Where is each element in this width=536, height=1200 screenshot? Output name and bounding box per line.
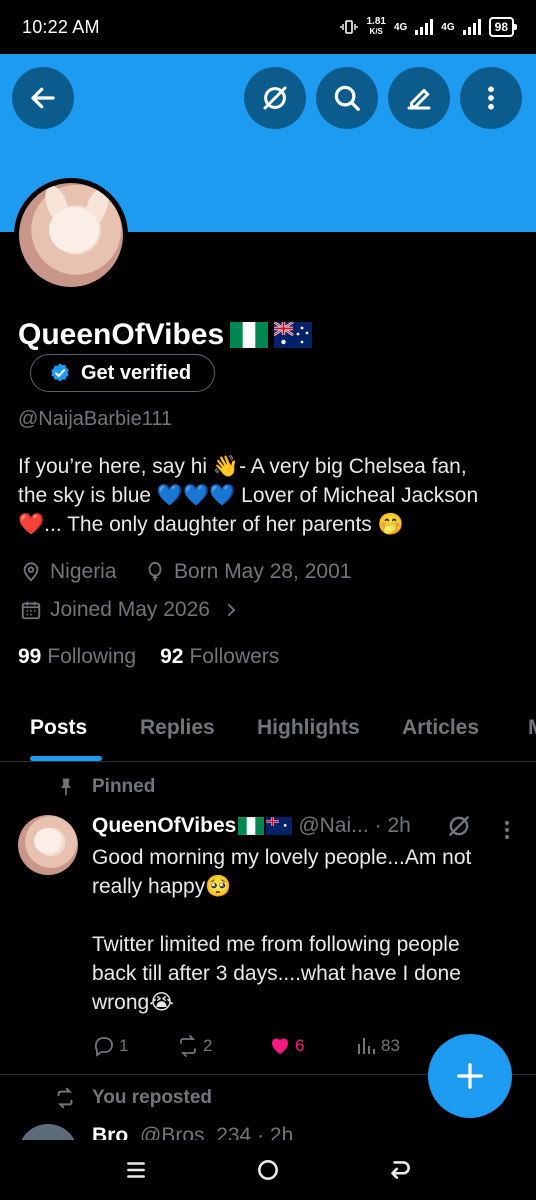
search-button[interactable]: [316, 67, 378, 129]
following-link[interactable]: 99 Following: [18, 645, 136, 669]
profile-tabs: Posts Replies Highlights Articles M: [0, 700, 536, 762]
tab-overflow[interactable]: M: [528, 716, 536, 740]
reply-button[interactable]: 1: [92, 1034, 176, 1058]
nigeria-flag-small-icon: [238, 817, 265, 835]
pin-icon: [61, 778, 71, 797]
system-navigation-bar: [0, 1140, 536, 1200]
profile-display-name: QueenOfVibes: [18, 318, 313, 352]
grok-analyze-icon[interactable]: [446, 813, 472, 839]
tweet-author-name[interactable]: QueenOfVibes: [92, 814, 236, 838]
australia-flag-icon: [274, 322, 313, 348]
tweet-text: Good morning my lovely people...Am not r…: [92, 846, 472, 1014]
back-button[interactable]: [12, 67, 74, 129]
active-tab-indicator: [30, 756, 102, 761]
network-1-label: 4G: [393, 21, 408, 33]
like-button[interactable]: 6: [268, 1034, 354, 1058]
status-icons: 1.81 K/S 4G 4G 98: [340, 16, 518, 37]
network-speed: 1.81 K/S: [366, 16, 386, 37]
grok-button[interactable]: [244, 67, 306, 129]
signal-bars-2-icon: [462, 19, 481, 35]
views-icon: [358, 1038, 375, 1054]
battery-indicator: 98: [488, 17, 518, 37]
verified-badge-icon: [51, 363, 69, 382]
reply-icon: [94, 1037, 113, 1057]
signal-bars-1-icon: [415, 19, 434, 35]
profile-birthday: Born May 28, 2001: [144, 560, 351, 584]
repost-button[interactable]: 2: [176, 1034, 268, 1058]
views-button[interactable]: 83: [354, 1034, 400, 1058]
profile-joined[interactable]: Joined May 2026: [20, 598, 240, 622]
tweet-time: · 2h: [374, 814, 411, 837]
more-vertical-icon: [488, 86, 494, 110]
profile-bio: If you’re here, say hi 👋- A very big Che…: [18, 455, 479, 536]
tweet-header: QueenOfVibes @Nai... · 2h: [92, 814, 411, 838]
repost-small-icon: [57, 1087, 73, 1109]
profile-avatar[interactable]: [14, 178, 128, 292]
follow-stats: 99 Following 92 Followers: [18, 645, 279, 669]
chevron-right-icon: [227, 603, 236, 617]
compose-post-button[interactable]: [428, 1034, 512, 1118]
profile-screen: 10:22 AM 1.81 K/S 4G 4G 98 QueenOfVibes …: [0, 0, 536, 1200]
grok-icon: [263, 86, 287, 110]
profile-handle: @NaijaBarbie111: [18, 408, 173, 430]
back-nav-icon[interactable]: [387, 1157, 413, 1183]
plus-icon: [457, 1063, 483, 1089]
location-pin-icon: [23, 562, 39, 582]
reposted-label: You reposted: [54, 1087, 212, 1109]
balloon-icon: [148, 561, 162, 582]
tab-highlights[interactable]: Highlights: [257, 716, 360, 740]
calendar-icon: [21, 601, 41, 620]
home-icon[interactable]: [255, 1157, 281, 1183]
repost-icon: [180, 1035, 196, 1057]
nigeria-flag-icon: [230, 322, 269, 348]
tab-articles[interactable]: Articles: [402, 716, 479, 740]
tab-posts[interactable]: Posts: [30, 716, 87, 740]
tweet-author-avatar[interactable]: [18, 815, 78, 875]
more-options-button[interactable]: [460, 67, 522, 129]
tweet-actions: 1 2 6 83: [92, 1034, 400, 1058]
recent-apps-icon[interactable]: [123, 1157, 149, 1183]
pencil-icon: [407, 89, 431, 110]
get-verified-button[interactable]: Get verified: [30, 354, 215, 392]
vibrate-icon: [340, 20, 359, 34]
profile-location: Nigeria: [20, 560, 117, 584]
heart-filled-icon: [272, 1038, 288, 1054]
pinned-label: Pinned: [56, 776, 155, 798]
tweet-author-handle: @Nai...: [298, 814, 369, 837]
tab-replies[interactable]: Replies: [140, 716, 215, 740]
edit-button[interactable]: [388, 67, 450, 129]
network-2-label: 4G: [441, 21, 455, 33]
followers-link[interactable]: 92 Followers: [160, 645, 279, 669]
tweet-more-icon[interactable]: [497, 818, 517, 842]
arrow-left-icon: [31, 87, 55, 109]
status-bar: 10:22 AM 1.81 K/S 4G 4G 98: [0, 0, 536, 54]
search-icon: [334, 85, 360, 111]
status-time: 10:22 AM: [22, 16, 100, 37]
australia-flag-small-icon: [266, 817, 293, 835]
